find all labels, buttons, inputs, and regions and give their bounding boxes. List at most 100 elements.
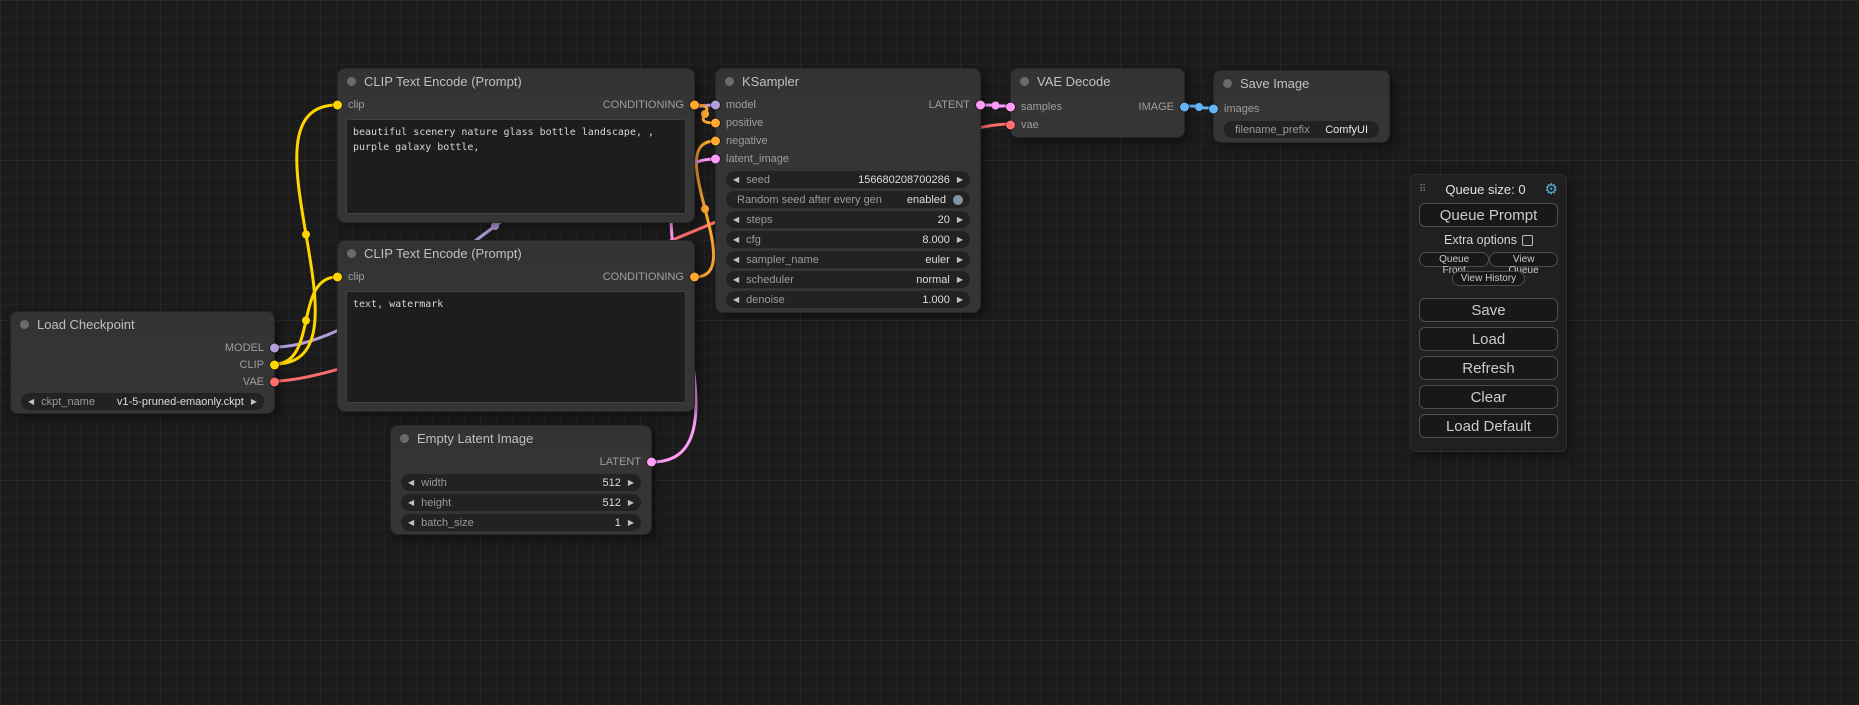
graph-canvas[interactable]: Load Checkpoint MODEL CLIP VAE ◀ ckpt_na…: [0, 0, 1859, 705]
node-title-bar[interactable]: Save Image: [1214, 71, 1389, 95]
slot-row: clip CONDITIONING: [338, 268, 694, 286]
node-load-checkpoint[interactable]: Load Checkpoint MODEL CLIP VAE ◀ ckpt_na…: [10, 311, 275, 414]
negative-input-slot[interactable]: [711, 137, 720, 146]
increment-arrow-icon[interactable]: ▶: [251, 398, 257, 406]
latent-image-input-slot[interactable]: [711, 155, 720, 164]
increment-arrow-icon[interactable]: ▶: [628, 519, 634, 527]
input-label: negative: [726, 135, 768, 147]
widget-scheduler[interactable]: ◀ scheduler normal ▶: [726, 271, 970, 288]
widget-label: seed: [746, 174, 770, 186]
slot-row: model LATENT: [716, 96, 980, 114]
images-input-slot[interactable]: [1209, 105, 1218, 114]
decrement-arrow-icon[interactable]: ◀: [733, 216, 739, 224]
decrement-arrow-icon[interactable]: ◀: [28, 398, 34, 406]
collapse-dot-icon[interactable]: [347, 77, 356, 86]
widget-value: 156680208700286: [858, 174, 950, 186]
collapse-dot-icon[interactable]: [20, 320, 29, 329]
conditioning-output-slot[interactable]: [690, 273, 699, 282]
save-button[interactable]: Save: [1419, 298, 1558, 322]
load-default-button[interactable]: Load Default: [1419, 414, 1558, 438]
vae-output-slot[interactable]: [270, 377, 279, 386]
widget-height[interactable]: ◀ height 512 ▶: [401, 494, 641, 511]
toggle-dot-icon[interactable]: [953, 195, 963, 205]
node-save-image[interactable]: Save Image images filename_prefix ComfyU…: [1213, 70, 1390, 143]
decrement-arrow-icon[interactable]: ◀: [733, 236, 739, 244]
widget-filename-prefix[interactable]: filename_prefix ComfyUI: [1224, 121, 1379, 138]
input-label: positive: [726, 117, 763, 129]
widget-ckpt-name[interactable]: ◀ ckpt_name v1-5-pruned-emaonly.ckpt ▶: [21, 393, 264, 410]
increment-arrow-icon[interactable]: ▶: [957, 176, 963, 184]
widget-width[interactable]: ◀ width 512 ▶: [401, 474, 641, 491]
widget-seed[interactable]: ◀ seed 156680208700286 ▶: [726, 171, 970, 188]
collapse-dot-icon[interactable]: [400, 434, 409, 443]
node-empty-latent-image[interactable]: Empty Latent Image LATENT ◀ width 512 ▶ …: [390, 425, 652, 535]
clip-input-slot[interactable]: [333, 101, 342, 110]
increment-arrow-icon[interactable]: ▶: [628, 479, 634, 487]
node-title: CLIP Text Encode (Prompt): [364, 74, 522, 89]
model-output-slot[interactable]: [270, 343, 279, 352]
widget-sampler-name[interactable]: ◀ sampler_name euler ▶: [726, 251, 970, 268]
widget-random-seed-toggle[interactable]: Random seed after every gen enabled: [726, 191, 970, 208]
widget-cfg[interactable]: ◀ cfg 8.000 ▶: [726, 231, 970, 248]
collapse-dot-icon[interactable]: [347, 249, 356, 258]
increment-arrow-icon[interactable]: ▶: [957, 276, 963, 284]
decrement-arrow-icon[interactable]: ◀: [408, 499, 414, 507]
node-title-bar[interactable]: VAE Decode: [1011, 69, 1184, 93]
decrement-arrow-icon[interactable]: ◀: [408, 519, 414, 527]
collapse-dot-icon[interactable]: [1223, 79, 1232, 88]
node-clip-text-encode-negative[interactable]: CLIP Text Encode (Prompt) clip CONDITION…: [337, 240, 695, 412]
image-output-slot[interactable]: [1180, 103, 1189, 112]
increment-arrow-icon[interactable]: ▶: [957, 256, 963, 264]
positive-input-slot[interactable]: [711, 119, 720, 128]
load-button[interactable]: Load: [1419, 327, 1558, 351]
decrement-arrow-icon[interactable]: ◀: [408, 479, 414, 487]
decrement-arrow-icon[interactable]: ◀: [733, 276, 739, 284]
widget-steps[interactable]: ◀ steps 20 ▶: [726, 211, 970, 228]
drag-handle-icon[interactable]: ⠿: [1419, 184, 1426, 195]
node-title-bar[interactable]: CLIP Text Encode (Prompt): [338, 241, 694, 265]
decrement-arrow-icon[interactable]: ◀: [733, 176, 739, 184]
increment-arrow-icon[interactable]: ▶: [628, 499, 634, 507]
settings-gear-icon[interactable]: ⚙: [1545, 182, 1558, 197]
collapse-dot-icon[interactable]: [1020, 77, 1029, 86]
model-input-slot[interactable]: [711, 101, 720, 110]
clear-button[interactable]: Clear: [1419, 385, 1558, 409]
node-title-bar[interactable]: Load Checkpoint: [11, 312, 274, 336]
widget-label: ckpt_name: [41, 396, 95, 408]
wire-midpoint-dot: [992, 102, 1000, 110]
latent-output-slot[interactable]: [647, 458, 656, 467]
latent-output-slot[interactable]: [976, 101, 985, 110]
conditioning-output-slot[interactable]: [690, 101, 699, 110]
widget-denoise[interactable]: ◀ denoise 1.000 ▶: [726, 291, 970, 308]
prompt-textarea[interactable]: text, watermark: [346, 291, 686, 403]
wire-midpoint-dot: [1195, 103, 1203, 111]
prompt-textarea[interactable]: beautiful scenery nature glass bottle la…: [346, 119, 686, 214]
view-queue-button[interactable]: View Queue: [1489, 252, 1558, 267]
decrement-arrow-icon[interactable]: ◀: [733, 296, 739, 304]
node-title-bar[interactable]: Empty Latent Image: [391, 426, 651, 450]
increment-arrow-icon[interactable]: ▶: [957, 216, 963, 224]
node-title-bar[interactable]: KSampler: [716, 69, 980, 93]
decrement-arrow-icon[interactable]: ◀: [733, 256, 739, 264]
extra-options-checkbox[interactable]: [1522, 235, 1533, 246]
widget-label: width: [421, 477, 447, 489]
node-ksampler[interactable]: KSampler model LATENT positive negative …: [715, 68, 981, 313]
queue-prompt-button[interactable]: Queue Prompt: [1419, 203, 1558, 227]
node-vae-decode[interactable]: VAE Decode samples IMAGE vae: [1010, 68, 1185, 138]
clip-input-slot[interactable]: [333, 273, 342, 282]
queue-front-button[interactable]: Queue Front: [1419, 252, 1489, 267]
node-title-bar[interactable]: CLIP Text Encode (Prompt): [338, 69, 694, 93]
increment-arrow-icon[interactable]: ▶: [957, 236, 963, 244]
queue-menu-panel: ⠿ Queue size: 0 ⚙ Queue Prompt Extra opt…: [1410, 174, 1567, 452]
clip-output-slot[interactable]: [270, 360, 279, 369]
input-label: images: [1224, 103, 1259, 115]
refresh-button[interactable]: Refresh: [1419, 356, 1558, 380]
increment-arrow-icon[interactable]: ▶: [957, 296, 963, 304]
node-clip-text-encode-positive[interactable]: CLIP Text Encode (Prompt) clip CONDITION…: [337, 68, 695, 223]
view-history-button[interactable]: View History: [1452, 271, 1525, 286]
widget-value: 1.000: [922, 294, 950, 306]
widget-batch-size[interactable]: ◀ batch_size 1 ▶: [401, 514, 641, 531]
samples-input-slot[interactable]: [1006, 103, 1015, 112]
vae-input-slot[interactable]: [1006, 121, 1015, 130]
collapse-dot-icon[interactable]: [725, 77, 734, 86]
